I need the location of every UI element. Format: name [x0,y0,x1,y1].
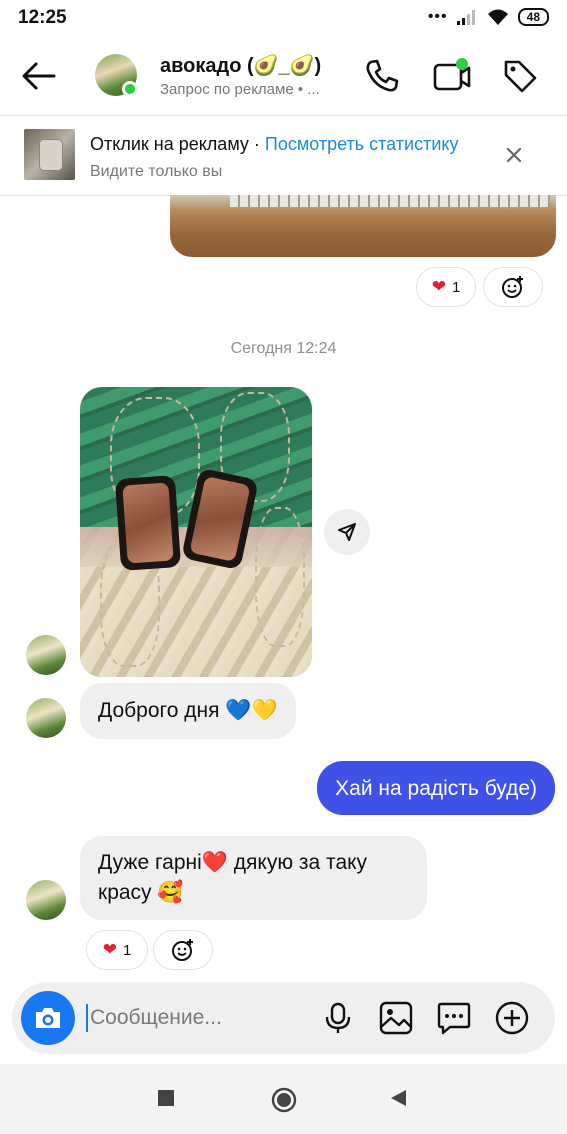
plus-icon[interactable] [494,1000,530,1036]
sticker-chat-icon[interactable] [436,1000,472,1036]
reaction-count: 1 [122,941,132,959]
wifi-icon [487,9,508,25]
sent-photo-message[interactable] [170,195,556,257]
ad-label: Отклик на рекламу [90,134,249,154]
add-emoji-icon [502,276,523,298]
close-icon[interactable] [503,144,525,166]
system-nav-bar [0,1064,567,1134]
sender-avatar[interactable] [26,880,66,920]
heart-icon: ❤ [102,940,117,959]
share-button[interactable] [324,509,370,555]
incoming-message-greeting[interactable]: Доброго дня 💙💛 [80,683,296,739]
microphone-icon[interactable] [320,1000,356,1036]
status-bar: 12:25 ••• 48 [0,0,567,36]
ad-thumbnail[interactable] [24,129,75,180]
message-composer [12,982,555,1054]
reaction-count: 1 [451,278,461,296]
camera-icon [36,1008,60,1028]
sender-avatar[interactable] [26,635,66,675]
message-line: Дуже гарні❤️ дякую за таку [98,851,368,874]
video-call-icon[interactable] [432,56,472,96]
home-icon[interactable] [270,1086,298,1114]
message-input[interactable] [90,1001,310,1035]
contact-subtitle[interactable]: Запрос по рекламе • ... [160,81,320,98]
text-cursor [86,1004,88,1032]
heart-reaction-pill[interactable]: ❤ 1 [416,267,476,307]
view-stats-link[interactable]: Посмотреть статистику [265,134,459,154]
send-arrow-icon [338,523,356,541]
notification-dots: ••• [427,8,448,25]
add-reaction-button[interactable] [153,930,213,970]
heart-icon: ❤ [431,277,446,296]
ad-response-banner: Отклик на рекламу · Посмотреть статистик… [0,117,567,196]
recent-apps-icon[interactable] [156,1088,176,1108]
ad-visibility-note: Видите только вы [90,163,223,180]
message-line: красу 🥰 [98,881,184,904]
battery-indicator: 48 [517,8,549,26]
sender-avatar[interactable] [26,698,66,738]
chat-header: авокадо (🥑_🥑) Запрос по рекламе • ... [0,36,567,116]
ad-separator: · [248,134,265,154]
add-reaction-button[interactable] [483,267,543,307]
contact-name[interactable]: авокадо (🥑_🥑) [160,53,321,78]
phone-icon[interactable] [362,56,402,96]
incoming-message-thanks[interactable]: Дуже гарні❤️ дякую за таку красу 🥰 [80,836,427,920]
heart-reaction-pill[interactable]: ❤ 1 [86,930,148,970]
gallery-icon[interactable] [378,1000,414,1036]
add-emoji-icon [172,939,193,961]
dog-tag-left [114,475,182,571]
back-arrow-icon[interactable] [20,58,60,94]
signal-icon [456,10,475,25]
back-nav-icon[interactable] [388,1088,408,1108]
online-status-dot [122,81,138,97]
status-time: 12:25 [18,7,67,28]
tag-icon[interactable] [500,56,540,96]
camera-button[interactable] [21,991,75,1045]
received-photo-message[interactable] [80,387,312,677]
outgoing-message[interactable]: Хай на радість буде) [317,761,555,815]
date-separator: Сегодня 12:24 [230,340,337,357]
